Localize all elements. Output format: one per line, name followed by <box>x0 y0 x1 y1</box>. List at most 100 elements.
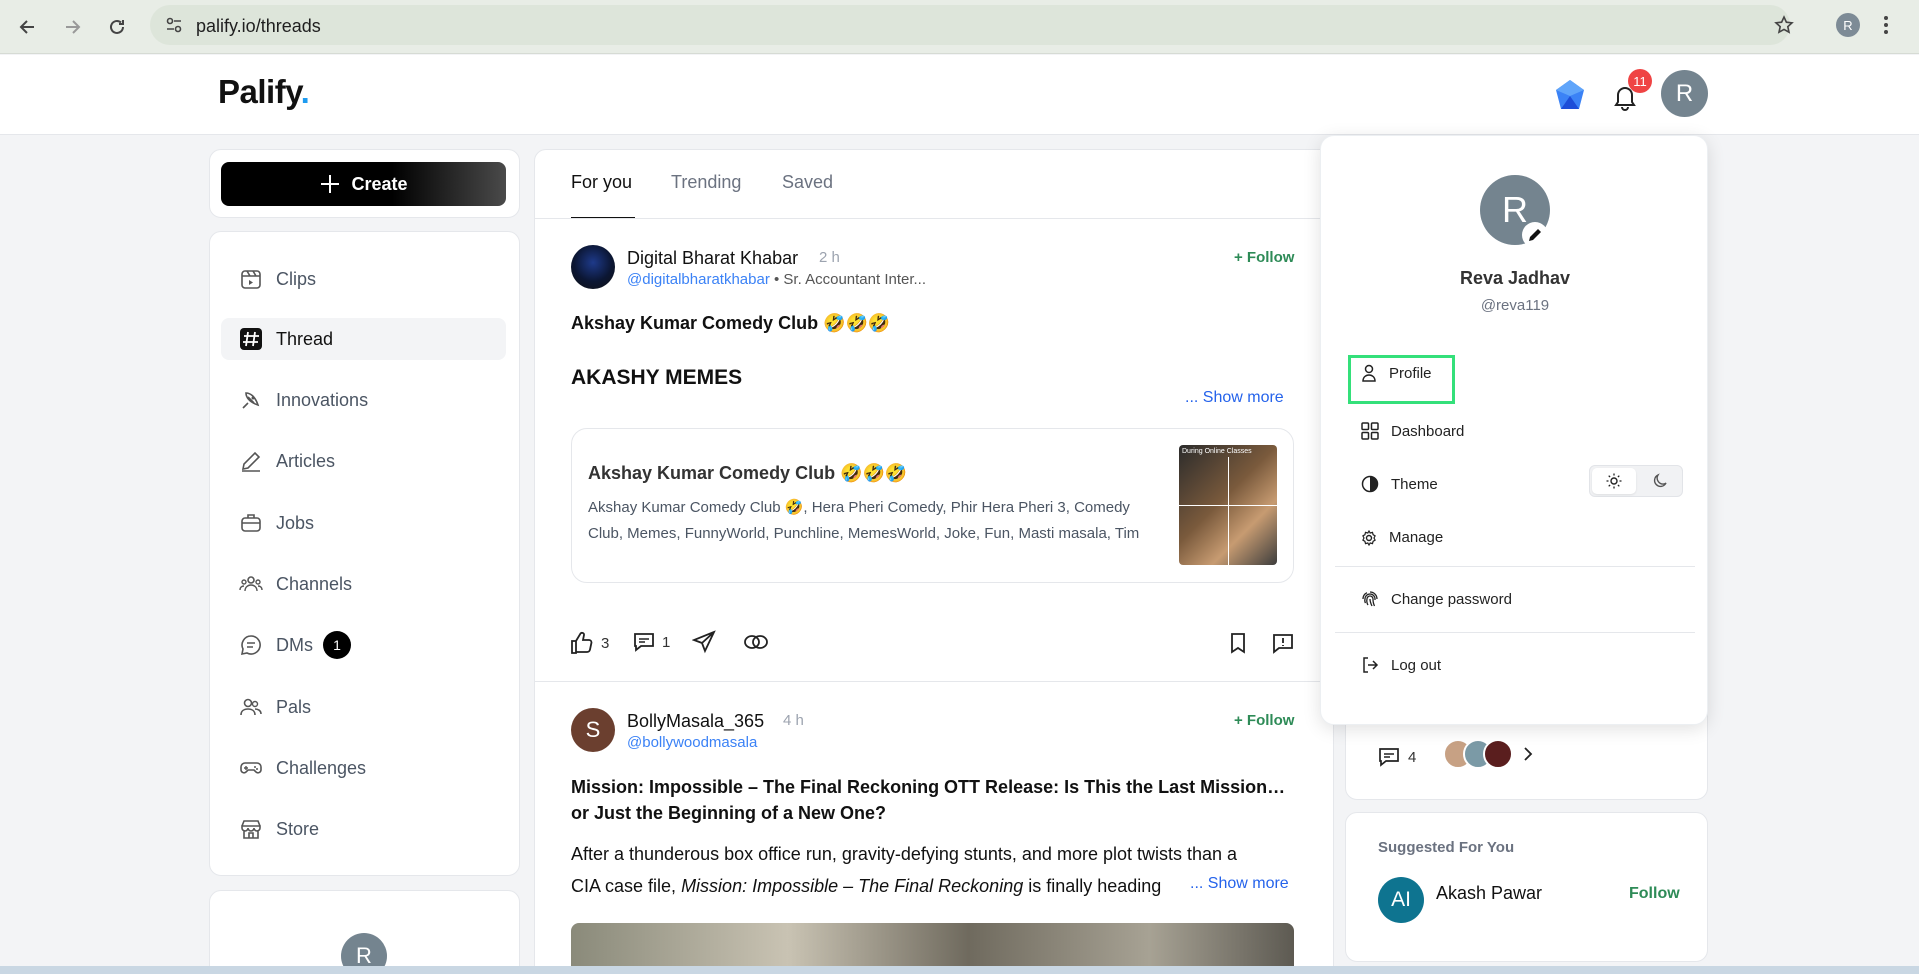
post-author-name[interactable]: BollyMasala_365 <box>627 711 764 732</box>
post-body: After a thunderous box office run, gravi… <box>571 844 1238 896</box>
suggested-title: Suggested For You <box>1378 839 1515 856</box>
crystal-gem-icon[interactable] <box>1553 78 1587 112</box>
tab-saved[interactable]: Saved <box>782 172 833 193</box>
app-header: Palify. 11 R <box>0 55 1919 135</box>
user-avatar-button[interactable]: R <box>1661 70 1708 117</box>
link-preview-card[interactable]: Akshay Kumar Comedy Club 🤣🤣🤣 Akshay Kuma… <box>571 428 1294 583</box>
report-icon <box>1273 634 1293 654</box>
post-image[interactable] <box>571 923 1294 968</box>
suggested-follow-button[interactable]: Follow <box>1629 885 1680 903</box>
pencil-icon <box>1529 229 1541 241</box>
post-divider <box>534 681 1334 682</box>
site-info-icon[interactable] <box>165 16 183 34</box>
create-button[interactable]: Create <box>221 162 506 206</box>
sidebar-item-channels[interactable]: Channels <box>221 563 506 605</box>
tabs-divider <box>534 218 1334 219</box>
back-icon[interactable] <box>12 11 44 43</box>
dashboard-grid-icon <box>1361 422 1379 440</box>
link-loop-icon <box>744 635 768 649</box>
light-mode-button[interactable] <box>1592 468 1636 494</box>
url-text[interactable]: palify.io/threads <box>196 16 321 37</box>
thumbs-up-icon <box>571 631 593 654</box>
follow-button[interactable]: + Follow <box>1234 249 1294 266</box>
post-time: 4 h <box>783 712 804 729</box>
menu-item-theme: Theme <box>1361 475 1438 493</box>
show-more-link[interactable]: ... Show more <box>1186 875 1289 893</box>
link-preview-description: Akshay Kumar Comedy Club 🤣, Hera Pheri C… <box>588 499 1140 542</box>
tab-trending[interactable]: Trending <box>671 172 741 193</box>
post-author-handle[interactable]: @bollywoodmasala <box>627 734 757 751</box>
sidebar-profile-card: R <box>209 890 520 974</box>
report-button[interactable] <box>1272 632 1294 654</box>
sidebar-item-store[interactable]: Store <box>221 808 506 850</box>
show-more-link[interactable]: ... Show more <box>1185 389 1284 407</box>
browser-menu-icon[interactable] <box>1883 15 1889 35</box>
innovations-icon <box>238 387 264 413</box>
trending-comments[interactable]: 4 <box>1378 746 1416 768</box>
menu-item-profile[interactable]: Profile <box>1361 364 1432 382</box>
share-button[interactable] <box>692 630 716 654</box>
sidebar-item-articles[interactable]: Articles <box>221 440 506 482</box>
palify-logo[interactable]: Palify. <box>218 73 310 111</box>
dropdown-user-handle: @reva119 <box>1480 297 1550 314</box>
post-author-avatar[interactable] <box>571 245 615 289</box>
sun-icon <box>1606 473 1622 489</box>
dark-mode-button[interactable] <box>1638 466 1682 496</box>
taskbar-strip <box>0 966 1919 974</box>
notification-count-badge: 11 <box>1628 69 1652 93</box>
contrast-icon <box>1361 475 1379 493</box>
menu-item-change-password[interactable]: Change password <box>1361 590 1512 608</box>
moon-icon <box>1653 473 1667 488</box>
dropdown-user-name: Reva Jadhav <box>1459 268 1571 288</box>
bookmark-star-icon[interactable] <box>1774 15 1794 35</box>
profile-dropdown: R Reva Jadhav @reva119 Profile Dashboard… <box>1320 135 1708 725</box>
repost-button[interactable] <box>743 631 769 653</box>
sidebar-item-pals[interactable]: Pals <box>221 686 506 728</box>
store-icon <box>238 816 264 842</box>
post-time: 2 h <box>819 249 840 266</box>
participant-avatar[interactable] <box>1483 739 1513 769</box>
fingerprint-icon <box>1362 591 1378 607</box>
sidebar-item-jobs[interactable]: Jobs <box>221 502 506 544</box>
theme-toggle[interactable] <box>1589 465 1683 497</box>
like-button[interactable]: 3 <box>569 630 609 656</box>
address-bar[interactable]: palify.io/threads <box>150 5 1794 45</box>
reload-icon[interactable] <box>101 11 133 43</box>
tab-for-you[interactable]: For you <box>571 172 632 193</box>
edit-avatar-button[interactable] <box>1522 222 1548 248</box>
briefcase-icon <box>238 510 264 536</box>
post-title[interactable]: Akshay Kumar Comedy Club 🤣🤣🤣 <box>571 313 890 334</box>
gear-icon <box>1362 529 1376 546</box>
post-author-name[interactable]: Digital Bharat Khabar <box>627 248 798 269</box>
clips-icon <box>238 266 264 292</box>
plus-icon <box>321 175 340 193</box>
suggested-card: Suggested For You AI Akash Pawar Follow <box>1345 812 1708 962</box>
post-author-avatar[interactable]: S <box>571 708 615 752</box>
sidebar-item-dms[interactable]: DMs 1 <box>221 624 506 666</box>
menu-item-dashboard[interactable]: Dashboard <box>1361 422 1464 440</box>
link-preview-thumbnail: During Online Classes <box>1179 445 1277 565</box>
chat-icon <box>238 632 264 658</box>
bookmark-button[interactable] <box>1228 632 1248 654</box>
suggested-user-name[interactable]: Akash Pawar <box>1436 883 1542 904</box>
menu-item-logout[interactable]: Log out <box>1361 656 1441 674</box>
chevron-right-icon[interactable] <box>1522 746 1534 762</box>
menu-divider <box>1335 632 1695 633</box>
sidebar-item-thread[interactable]: Thread <box>221 318 506 360</box>
forward-icon[interactable] <box>56 11 88 43</box>
sidebar-item-challenges[interactable]: Challenges <box>221 747 506 789</box>
menu-item-manage[interactable]: Manage <box>1361 529 1443 546</box>
browser-toolbar: palify.io/threads R <box>0 0 1919 54</box>
sidebar-item-clips[interactable]: Clips <box>221 258 506 300</box>
hash-icon <box>238 326 264 352</box>
follow-button[interactable]: + Follow <box>1234 712 1294 729</box>
comment-button[interactable]: 1 <box>632 630 670 654</box>
bookmark-icon <box>1231 633 1245 654</box>
browser-profile-avatar[interactable]: R <box>1836 13 1860 37</box>
suggested-user-avatar[interactable]: AI <box>1378 877 1424 923</box>
comment-icon <box>1379 748 1399 767</box>
sidebar-item-innovations[interactable]: Innovations <box>221 379 506 421</box>
post-author-handle[interactable]: @digitalbharatkhabar • Sr. Accountant In… <box>627 271 926 288</box>
comment-icon <box>634 633 654 652</box>
post-title[interactable]: Mission: Impossible – The Final Reckonin… <box>571 774 1301 826</box>
